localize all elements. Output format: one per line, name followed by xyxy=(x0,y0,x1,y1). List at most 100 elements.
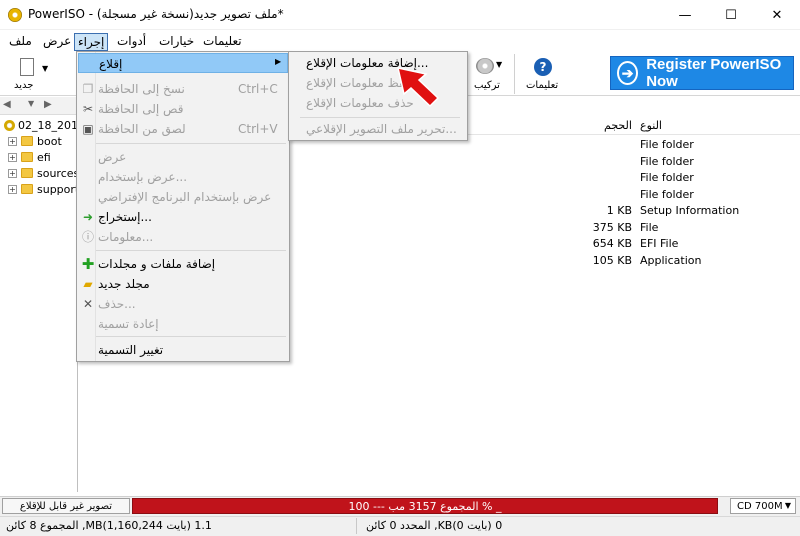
info-icon: ⓘ xyxy=(81,230,94,244)
forward-icon[interactable]: ▶ xyxy=(44,99,52,110)
clipboard-icon: ▣ xyxy=(82,122,94,136)
cell-type: File xyxy=(640,220,659,234)
menu-item-paste[interactable]: ▣ لصق من الحافظة Ctrl+V xyxy=(78,119,288,139)
menu-item-label: عرض بإستخدام البرنامج الإفتراضي xyxy=(98,190,272,204)
cell-type: EFI File xyxy=(640,237,679,250)
help-icon: ? xyxy=(534,58,552,76)
menu-tools[interactable]: أدوات xyxy=(114,33,149,51)
add-plus-icon: ✚ xyxy=(81,255,95,273)
menu-shortcut: Ctrl+V xyxy=(238,122,278,136)
tree-item-label: boot xyxy=(37,134,62,148)
chevron-down-icon[interactable]: ▼ xyxy=(28,99,34,108)
expand-icon[interactable]: + xyxy=(8,152,17,162)
close-button[interactable]: ✕ xyxy=(754,0,800,30)
tree-root-label: 02_18_2019 xyxy=(18,118,85,132)
chevron-right-icon: ▶ xyxy=(275,57,282,66)
menu-item-label: نسخ إلى الحافظة xyxy=(98,82,185,96)
new-button[interactable]: ▼ جديد xyxy=(12,56,48,94)
poweriso-app-icon[interactable] xyxy=(8,8,22,22)
disc-icon xyxy=(4,119,15,131)
help-button[interactable]: ? تعليمات xyxy=(524,56,564,94)
mount-button[interactable]: ▼ تركيب xyxy=(468,56,508,94)
copy-icon: ❐ xyxy=(82,82,94,96)
cell-type: Setup Information xyxy=(640,204,740,217)
menu-help[interactable]: تعليمات xyxy=(200,33,245,51)
menu-item-label: لصق من الحافظة xyxy=(98,122,186,136)
new-document-icon xyxy=(20,58,34,76)
cell-type: Application xyxy=(640,253,702,267)
menu-item-add-files[interactable]: ✚ إضافة ملفات و مجلدات xyxy=(78,254,288,274)
tree-item-support[interactable]: + support xyxy=(8,181,79,197)
disc-drive-icon xyxy=(476,58,494,74)
arrow-right-icon: ➔ xyxy=(617,61,639,85)
menu-item-extract[interactable]: ➜ إستخراج... xyxy=(78,207,288,227)
scissors-icon: ✂ xyxy=(82,102,94,116)
expand-icon[interactable]: + xyxy=(8,136,17,146)
menu-item-label: حذف... xyxy=(98,297,136,311)
menu-item-new-folder[interactable]: ▰ مجلد جديد xyxy=(78,274,288,294)
menu-shortcut: Ctrl+C xyxy=(238,82,278,96)
navigation-bar: ◀ ▼ ▶ xyxy=(0,97,78,115)
menu-item-boot[interactable]: إقلاع ▶ xyxy=(78,53,288,73)
folder-icon xyxy=(21,136,33,146)
submenu-item-edit-boot-image[interactable]: تحرير ملف التصوير الإقلاعي... xyxy=(306,122,457,136)
column-size-header[interactable]: الحجم xyxy=(604,119,632,132)
total-info: المجموع 8 كائن ,MB(1,160,244 بايت) 1.1 xyxy=(6,519,212,532)
menu-item-info[interactable]: ⓘ معلومات... xyxy=(78,227,288,247)
media-size-select[interactable]: CD 700M ▼ xyxy=(730,498,796,514)
menu-options[interactable]: خيارات xyxy=(156,33,197,51)
expand-icon[interactable]: + xyxy=(8,184,17,194)
menu-item-label: إقلاع xyxy=(99,57,123,71)
boot-status: تصوير غير قابل للإقلاع xyxy=(2,498,130,514)
back-icon[interactable]: ◀ xyxy=(3,99,11,110)
menu-item-delete[interactable]: ✕ حذف... xyxy=(78,294,288,314)
column-type-header[interactable]: النوع xyxy=(640,119,662,132)
new-button-label: جديد xyxy=(14,80,34,91)
menu-item-cut[interactable]: ✂ قص إلى الحافظة xyxy=(78,99,288,119)
menu-file[interactable]: ملف xyxy=(6,33,35,51)
tree-item-label: efi xyxy=(37,150,51,164)
mount-button-label: تركيب xyxy=(474,80,500,91)
chevron-down-icon: ▼ xyxy=(496,60,503,69)
menu-separator xyxy=(96,250,286,251)
minimize-button[interactable]: — xyxy=(662,0,708,30)
new-folder-icon: ▰ xyxy=(83,277,93,291)
menu-item-label: إضافة ملفات و مجلدات xyxy=(98,257,216,271)
cell-size: 375 KB xyxy=(592,220,632,234)
cell-type: File folder xyxy=(640,154,694,168)
media-size-value: CD 700M xyxy=(737,500,783,512)
menu-view[interactable]: عرض xyxy=(40,33,74,51)
red-pointer-arrow-icon xyxy=(397,67,440,108)
status-divider xyxy=(356,518,357,534)
menu-item-view-default[interactable]: عرض بإستخدام البرنامج الإفتراضي xyxy=(78,187,288,207)
tree-item-efi[interactable]: + efi xyxy=(8,149,51,165)
menu-item-label: إعادة تسمية xyxy=(98,317,159,331)
menu-item-label: إستخراج... xyxy=(98,210,152,224)
expand-icon[interactable]: + xyxy=(8,168,17,178)
menu-item-view[interactable]: عرض xyxy=(78,147,288,167)
help-button-label: تعليمات xyxy=(526,80,559,91)
menu-action[interactable]: إجراء xyxy=(74,33,109,51)
menu-separator xyxy=(96,336,286,337)
extract-arrow-icon: ➜ xyxy=(82,210,94,224)
menu-item-change-label[interactable]: تغيير التسمية xyxy=(78,340,288,360)
chevron-down-icon: ▼ xyxy=(784,501,791,510)
folder-icon xyxy=(21,152,33,162)
menu-item-label: مجلد جديد xyxy=(98,277,150,291)
folder-icon xyxy=(21,168,33,178)
toolbar-separator xyxy=(514,54,515,94)
tree-item-label: sources xyxy=(37,166,80,180)
register-button[interactable]: ➔ Register PowerISO Now xyxy=(610,56,794,90)
menu-item-copy[interactable]: ❐ نسخ إلى الحافظة Ctrl+C xyxy=(78,79,288,99)
cell-type: File folder xyxy=(640,187,694,201)
tree-item-boot[interactable]: + boot xyxy=(8,133,62,149)
maximize-button[interactable]: ☐ xyxy=(708,0,754,30)
selected-info: المحدد 0 كائن ,KB(0 بايت) 0 xyxy=(366,519,503,532)
menu-item-rename[interactable]: إعادة تسمية xyxy=(78,314,288,334)
tree-root[interactable]: 02_18_2019 xyxy=(4,117,85,133)
menu-item-view-with[interactable]: عرض بإستخدام... xyxy=(78,167,288,187)
chevron-down-icon: ▼ xyxy=(42,64,49,73)
tree-item-sources[interactable]: + sources xyxy=(8,165,79,181)
tree-item-label: support xyxy=(37,182,80,196)
menu-item-label: تغيير التسمية xyxy=(98,343,164,357)
